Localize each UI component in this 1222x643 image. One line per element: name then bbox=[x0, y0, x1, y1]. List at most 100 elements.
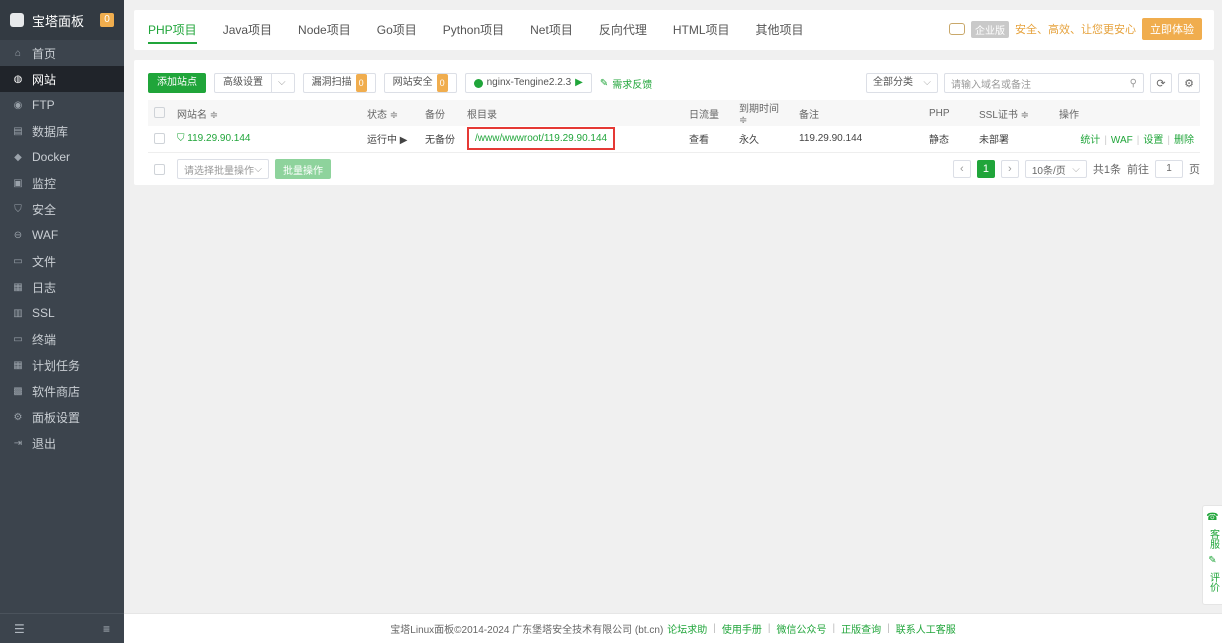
delete-action-link[interactable]: 删除 bbox=[1174, 135, 1194, 146]
customer-service-label[interactable]: 客服 bbox=[1208, 529, 1219, 549]
notification-badge[interactable]: 0 bbox=[100, 13, 114, 27]
tab-3[interactable]: Go项目 bbox=[377, 10, 417, 50]
root-path-link[interactable]: /www/wwwroot/119.29.90.144 bbox=[467, 127, 616, 151]
search-input[interactable]: 请输入域名或备注 ⚲ bbox=[944, 73, 1144, 93]
note-field[interactable]: 119.29.90.144 bbox=[793, 126, 923, 153]
sidebar-footer: ☰ ≡ bbox=[0, 613, 124, 643]
site-security-button[interactable]: 网站安全 0 bbox=[383, 73, 457, 93]
sidebar-item-4[interactable]: ◆ Docker bbox=[0, 144, 124, 170]
backup-link[interactable]: 无备份 bbox=[419, 126, 461, 153]
menu-lines-icon[interactable]: ≡ bbox=[103, 622, 110, 636]
batch-operation-select[interactable]: 请选择批量操作 ⌵ bbox=[177, 159, 269, 179]
sidebar-item-7[interactable]: ⊖ WAF bbox=[0, 222, 124, 248]
chevron-down-icon[interactable]: ⌵ bbox=[271, 74, 286, 92]
sidebar-header: 宝塔面板 0 bbox=[0, 0, 124, 40]
col-site-name[interactable]: 网站名 ≑ bbox=[171, 100, 361, 126]
tab-2[interactable]: Node项目 bbox=[298, 10, 351, 50]
ssl-link[interactable]: 未部署 bbox=[973, 126, 1053, 153]
forum-help-link[interactable]: 论坛求助 bbox=[667, 621, 707, 636]
page-number-button[interactable]: 1 bbox=[976, 160, 995, 178]
shield-icon: ⛉ bbox=[14, 203, 22, 215]
sidebar-item-13[interactable]: ▩ 软件商店 bbox=[0, 378, 124, 404]
sidebar-item-6[interactable]: ⛉ 安全 bbox=[0, 196, 124, 222]
row-checkbox[interactable] bbox=[154, 133, 165, 145]
php-version-link[interactable]: 静态 bbox=[923, 126, 973, 153]
category-select[interactable]: 全部分类 ⌵ bbox=[866, 73, 938, 93]
manual-link[interactable]: 使用手册 bbox=[722, 621, 762, 636]
tab-5[interactable]: Net项目 bbox=[530, 10, 573, 50]
select-all-cell bbox=[148, 100, 171, 126]
site-security-badge: 0 bbox=[436, 74, 448, 92]
sidebar-item-label: 网站 bbox=[32, 72, 57, 87]
action-cell: 统计 | WAF | 设置 | 删除 bbox=[1053, 126, 1200, 153]
traffic-view-link[interactable]: 查看 bbox=[683, 126, 733, 153]
advanced-settings-button[interactable]: 高级设置 ⌵ bbox=[214, 73, 295, 93]
sidebar-item-8[interactable]: ▭ 文件 bbox=[0, 248, 124, 274]
collapse-sidebar-icon[interactable]: ☰ bbox=[14, 622, 25, 636]
tab-8[interactable]: 其他项目 bbox=[756, 10, 804, 50]
vuln-scan-button[interactable]: 漏洞扫描 0 bbox=[302, 73, 376, 93]
col-expire[interactable]: 到期时间 ≑ bbox=[733, 100, 793, 126]
footer-separator: | bbox=[887, 623, 890, 634]
col-note: 备注 bbox=[793, 100, 923, 126]
nginx-status-button[interactable]: nginx-Tengine2.2.3 ▶ bbox=[464, 73, 592, 93]
page-size-select[interactable]: 10条/页 ⌵ bbox=[1024, 160, 1087, 178]
sidebar-item-12[interactable]: ▦ 计划任务 bbox=[0, 352, 124, 378]
sidebar-item-2[interactable]: ◉ FTP bbox=[0, 92, 124, 118]
footer-separator: | bbox=[713, 623, 716, 634]
sidebar-item-11[interactable]: ▭ 终端 bbox=[0, 326, 124, 352]
advanced-settings-label: 高级设置 bbox=[223, 77, 263, 88]
settings-action-link[interactable]: 设置 bbox=[1143, 135, 1163, 146]
tab-7[interactable]: HTML项目 bbox=[673, 10, 730, 50]
goto-page-input[interactable]: 1 bbox=[1155, 160, 1183, 178]
review-edit-icon[interactable]: ✎ bbox=[1208, 555, 1216, 566]
sidebar-item-15[interactable]: ⇥ 退出 bbox=[0, 430, 124, 456]
tab-6[interactable]: 反向代理 bbox=[599, 10, 647, 50]
ssl-icon: ▥ bbox=[13, 307, 23, 319]
batch-placeholder: 请选择批量操作 bbox=[184, 165, 254, 177]
select-all-checkbox[interactable] bbox=[154, 107, 165, 119]
tab-4[interactable]: Python项目 bbox=[443, 10, 504, 50]
batch-operation-button[interactable]: 批量操作 bbox=[275, 159, 331, 179]
wechat-link[interactable]: 微信公众号 bbox=[777, 621, 827, 636]
sidebar-item-label: 监控 bbox=[32, 176, 57, 191]
col-status[interactable]: 状态 ≑ bbox=[361, 100, 419, 126]
sidebar-item-label: WAF bbox=[32, 228, 59, 242]
sidebar-item-3[interactable]: ▤ 数据库 bbox=[0, 118, 124, 144]
footer-separator: | bbox=[767, 623, 771, 634]
expire-link[interactable]: 永久 bbox=[733, 126, 793, 153]
contact-support-link[interactable]: 联系人工客服 bbox=[896, 621, 956, 636]
status-toggle[interactable]: 运行中 ▶ bbox=[361, 126, 419, 153]
settings-gear-button[interactable]: ⚙ bbox=[1178, 73, 1200, 93]
license-check-link[interactable]: 正版查询 bbox=[841, 621, 881, 636]
sidebar-item-14[interactable]: ⚙ 面板设置 bbox=[0, 404, 124, 430]
review-label[interactable]: 评价 bbox=[1208, 572, 1219, 592]
sidebar-item-9[interactable]: ▦ 日志 bbox=[0, 274, 124, 300]
table-header-row: 网站名 ≑ 状态 ≑ 备份 根目录 日流量 到期时间 ≑ 备注 PHP SSL证… bbox=[148, 100, 1200, 126]
next-page-button[interactable]: › bbox=[1000, 160, 1019, 178]
bottom-select-all-checkbox[interactable] bbox=[154, 163, 165, 175]
sidebar-item-label: 数据库 bbox=[32, 124, 69, 139]
sidebar-item-5[interactable]: ▣ 监控 bbox=[0, 170, 124, 196]
sidebar-item-10[interactable]: ▥ SSL bbox=[0, 300, 124, 326]
sidebar-title: 宝塔面板 bbox=[32, 13, 85, 29]
sidebar-item-1[interactable]: ◍ 网站 bbox=[0, 66, 124, 92]
waf-action-link[interactable]: WAF bbox=[1111, 135, 1133, 146]
tab-0[interactable]: PHP项目 bbox=[148, 10, 197, 50]
prev-page-button[interactable]: ‹ bbox=[952, 160, 971, 178]
col-ssl[interactable]: SSL证书 ≑ bbox=[973, 100, 1053, 126]
feedback-link[interactable]: ✎ 需求反馈 bbox=[600, 76, 652, 91]
tab-1[interactable]: Java项目 bbox=[223, 10, 272, 50]
add-site-button[interactable]: 添加站点 bbox=[148, 73, 206, 93]
site-name-link[interactable]: 119.29.90.144 bbox=[187, 133, 250, 144]
sidebar-item-0[interactable]: ⌂ 首页 bbox=[0, 40, 124, 66]
sidebar: 宝塔面板 0 ⌂ 首页 ◍ 网站 ◉ FTP ▤ 数据库 ◆ Docker ▣ 监控 ⛉ 安全 ⊖ WAF ▭ 文… bbox=[0, 0, 124, 643]
search-icon[interactable]: ⚲ bbox=[1130, 78, 1137, 89]
pagination: ‹ 1 › 10条/页 ⌵ 共1条 前往 1 页 bbox=[952, 160, 1200, 178]
customer-service-icon[interactable]: ☎ bbox=[1206, 512, 1218, 523]
stats-action-link[interactable]: 统计 bbox=[1080, 135, 1100, 146]
refresh-button[interactable]: ⟳ bbox=[1150, 73, 1172, 93]
project-tabs: PHP项目 Java项目 Node项目 Go项目 Python项目 Net项目 反向代理 HT… bbox=[134, 10, 1214, 50]
try-now-button[interactable]: 立即体验 bbox=[1142, 18, 1202, 40]
waf-icon: ⊖ bbox=[13, 229, 23, 241]
